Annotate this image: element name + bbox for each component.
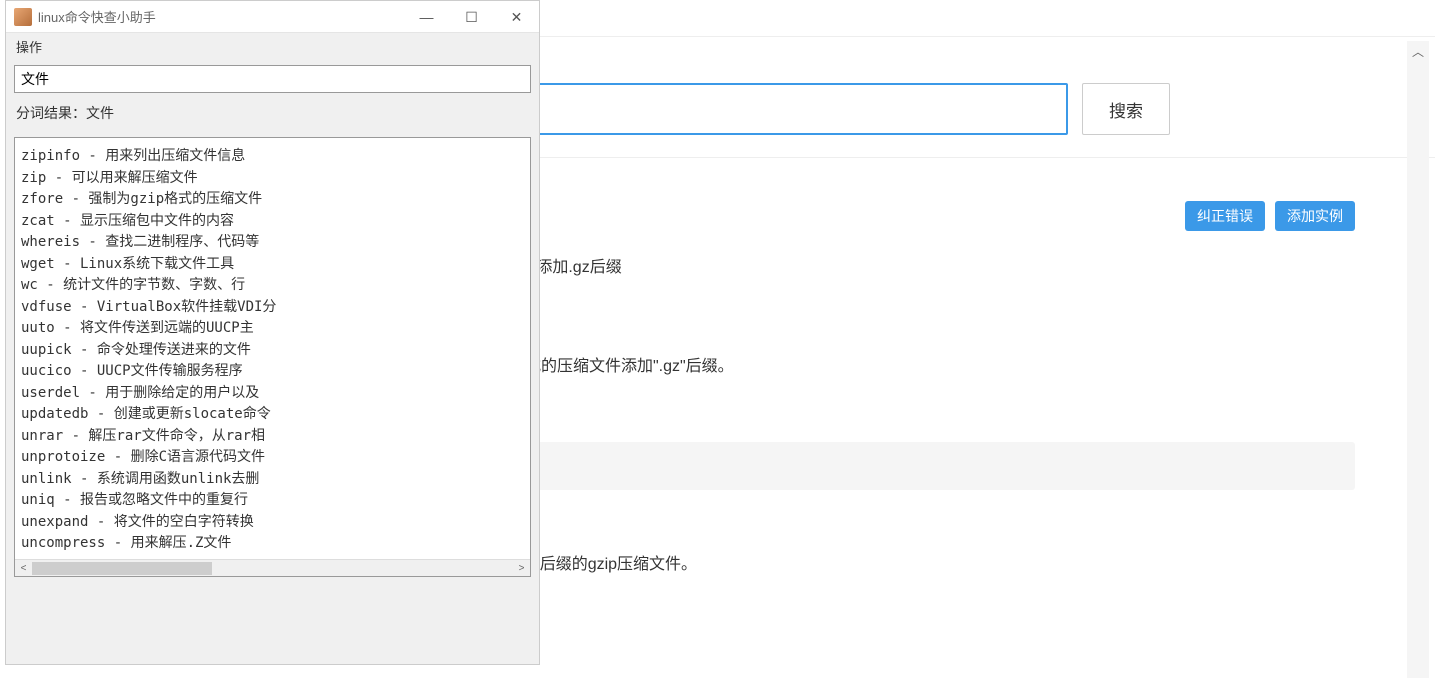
search-button[interactable]: 搜索 — [1082, 83, 1170, 135]
list-item[interactable]: zip - 可以用来解压缩文件 — [21, 168, 524, 190]
assistant-search-input[interactable] — [14, 65, 531, 93]
list-item[interactable]: uucico - UUCP文件传输服务程序 — [21, 361, 524, 383]
menu-operation[interactable]: 操作 — [6, 33, 539, 61]
main-search-input[interactable] — [478, 83, 1068, 135]
list-item[interactable]: vdfuse - VirtualBox软件挂载VDI分 — [21, 297, 524, 319]
list-item[interactable]: wc - 统计文件的字节数、字数、行 — [21, 275, 524, 297]
vertical-scrollbar[interactable]: ︿ — [1407, 41, 1429, 678]
close-button[interactable]: ✕ — [494, 1, 539, 33]
list-item[interactable]: wget - Linux系统下载文件工具 — [21, 254, 524, 276]
list-item[interactable]: unrar - 解压rar文件命令，从rar相 — [21, 426, 524, 448]
list-item[interactable]: unprotoize - 删除C语言源代码文件 — [21, 447, 524, 469]
scroll-thumb[interactable] — [32, 562, 212, 575]
list-item[interactable]: unlink - 系统调用函数unlink去删 — [21, 469, 524, 491]
assistant-window: linux命令快查小助手 — ☐ ✕ 操作 分词结果：文件 zipinfo - … — [5, 0, 540, 665]
scroll-left-arrow-icon[interactable]: < — [15, 560, 32, 577]
list-item[interactable]: uuto - 将文件传送到远端的UUCP主 — [21, 318, 524, 340]
scroll-right-arrow-icon[interactable]: > — [513, 560, 530, 577]
correct-error-button[interactable]: 纠正错误 — [1185, 201, 1265, 231]
list-item[interactable]: zipinfo - 用来列出压缩文件信息 — [21, 146, 524, 168]
list-item[interactable]: uniq - 报告或忽略文件中的重复行 — [21, 490, 524, 512]
results-list: zipinfo - 用来列出压缩文件信息zip - 可以用来解压缩文件zfore… — [14, 137, 531, 577]
maximize-button[interactable]: ☐ — [449, 1, 494, 33]
list-item[interactable]: uncompress - 用来解压.Z文件 — [21, 533, 524, 555]
token-result-label: 分词结果：文件 — [6, 97, 539, 129]
assistant-titlebar[interactable]: linux命令快查小助手 — ☐ ✕ — [6, 1, 539, 33]
minimize-button[interactable]: — — [404, 1, 449, 33]
list-item[interactable]: zfore - 强制为gzip格式的压缩文件 — [21, 189, 524, 211]
app-icon — [14, 8, 32, 26]
list-item[interactable]: whereis - 查找二进制程序、代码等 — [21, 232, 524, 254]
window-title: linux命令快查小助手 — [38, 7, 156, 26]
list-item[interactable]: zcat - 显示压缩包中文件的内容 — [21, 211, 524, 233]
add-example-button[interactable]: 添加实例 — [1275, 201, 1355, 231]
list-item[interactable]: updatedb - 创建或更新slocate命令 — [21, 404, 524, 426]
scroll-up-arrow-icon[interactable]: ︿ — [1407, 41, 1429, 63]
list-item[interactable]: userdel - 用于删除给定的用户以及 — [21, 383, 524, 405]
list-item[interactable]: uupick - 命令处理传送进来的文件 — [21, 340, 524, 362]
horizontal-scrollbar[interactable]: < > — [15, 559, 530, 576]
list-item[interactable]: unexpand - 将文件的空白字符转换 — [21, 512, 524, 534]
